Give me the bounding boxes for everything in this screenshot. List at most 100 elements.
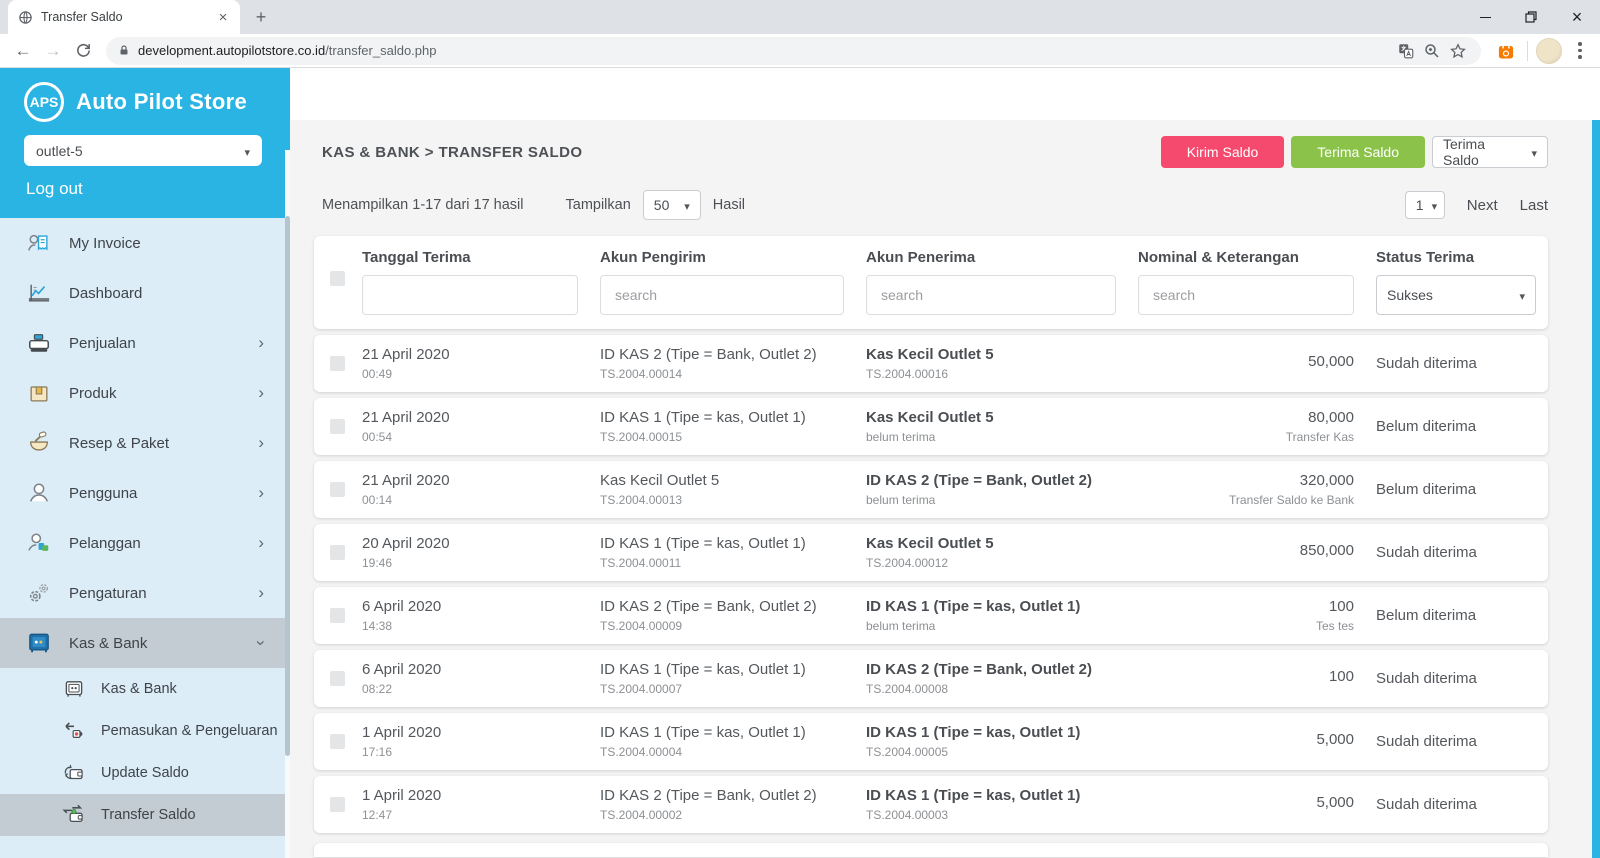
- sidebar-submenu-item[interactable]: Update Saldo: [0, 752, 290, 794]
- close-tab-icon[interactable]: [214, 8, 232, 26]
- row-checkbox[interactable]: [330, 545, 345, 560]
- per-page-value: 50: [654, 197, 670, 213]
- row-sender-ref: TS.2004.00007: [600, 682, 866, 696]
- row-nominal-note: Transfer Kas: [1138, 430, 1354, 444]
- row-status: Belum diterima: [1376, 418, 1538, 435]
- window-minimize-button[interactable]: [1462, 0, 1508, 34]
- chevron-icon: [258, 333, 264, 353]
- extension-bag-icon[interactable]: [1493, 38, 1519, 64]
- row-sender-ref: TS.2004.00015: [600, 430, 866, 444]
- row-checkbox[interactable]: [330, 797, 345, 812]
- row-receiver-ref: belum terima: [866, 493, 1138, 507]
- sidebar-menu-item[interactable]: Dashboard: [0, 268, 290, 318]
- row-receiver-ref: TS.2004.00012: [866, 556, 1138, 570]
- window-close-button[interactable]: [1554, 0, 1600, 34]
- row-date: 20 April 2020: [362, 535, 600, 552]
- row-time: 00:14: [362, 493, 600, 507]
- row-date: 21 April 2020: [362, 472, 600, 489]
- row-checkbox[interactable]: [330, 734, 345, 749]
- profile-avatar[interactable]: [1536, 38, 1562, 64]
- row-checkbox[interactable]: [330, 671, 345, 686]
- url-text: development.autopilotstore.co.id/transfe…: [138, 43, 1393, 58]
- table-row[interactable]: 1 April 2020 17:16 ID KAS 1 (Tipe = kas,…: [314, 713, 1548, 770]
- row-sender-ref: TS.2004.00002: [600, 808, 866, 822]
- back-icon[interactable]: [8, 36, 38, 66]
- terima-saldo-button[interactable]: Terima Saldo: [1291, 136, 1425, 168]
- window-restore-button[interactable]: [1508, 0, 1554, 34]
- mode-select-value: Terima Saldo: [1443, 136, 1523, 168]
- mode-select[interactable]: Terima Saldo: [1432, 136, 1548, 168]
- filter-pengirim-input[interactable]: [600, 275, 844, 315]
- row-checkbox[interactable]: [330, 608, 345, 623]
- table-row[interactable]: 21 April 2020 00:49 ID KAS 2 (Tipe = Ban…: [314, 335, 1548, 392]
- row-time: 12:47: [362, 808, 600, 822]
- sidebar-menu-item[interactable]: Produk: [0, 368, 290, 418]
- translate-icon[interactable]: [1393, 38, 1419, 64]
- select-all-checkbox[interactable]: [330, 271, 345, 286]
- menu-item-label: Resep & Paket: [69, 435, 169, 452]
- row-receiver-ref: belum terima: [866, 430, 1138, 444]
- chevron-down-icon: [1523, 144, 1537, 160]
- row-receiver-ref: TS.2004.00003: [866, 808, 1138, 822]
- row-receiver-ref: TS.2004.00008: [866, 682, 1138, 696]
- table-row[interactable]: 1 April 2020 12:47 ID KAS 2 (Tipe = Bank…: [314, 776, 1548, 833]
- bookmark-star-icon[interactable]: [1445, 38, 1471, 64]
- reload-icon[interactable]: [68, 36, 98, 66]
- browser-tab[interactable]: Transfer Saldo: [8, 0, 240, 34]
- sidebar-menu-item[interactable]: My Invoice: [0, 218, 290, 268]
- table-row[interactable]: 6 April 2020 08:22 ID KAS 1 (Tipe = kas,…: [314, 650, 1548, 707]
- last-page-link[interactable]: Last: [1520, 197, 1548, 214]
- sidebar-submenu-item[interactable]: Kas & Bank: [0, 668, 290, 710]
- row-checkbox[interactable]: [330, 356, 345, 371]
- row-checkbox[interactable]: [330, 419, 345, 434]
- table-row[interactable]: 20 April 2020 19:46 ID KAS 1 (Tipe = kas…: [314, 524, 1548, 581]
- outlet-select-value: outlet-5: [36, 143, 83, 159]
- row-sender-ref: TS.2004.00011: [600, 556, 866, 570]
- zoom-icon[interactable]: [1419, 38, 1445, 64]
- logout-link[interactable]: Log out: [26, 179, 290, 199]
- row-checkbox[interactable]: [330, 482, 345, 497]
- menu-item-label: Dashboard: [69, 285, 142, 302]
- kirim-saldo-button[interactable]: Kirim Saldo: [1161, 136, 1285, 168]
- table-row[interactable]: 21 April 2020 00:54 ID KAS 1 (Tipe = kas…: [314, 398, 1548, 455]
- sidebar-menu-item[interactable]: Pengaturan: [0, 568, 290, 618]
- filter-tanggal-input[interactable]: [362, 275, 578, 315]
- row-status: Sudah diterima: [1376, 796, 1538, 813]
- per-page-label: Tampilkan: [566, 197, 631, 213]
- outlet-select[interactable]: outlet-5: [24, 135, 262, 166]
- browser-menu-icon[interactable]: [1568, 38, 1592, 64]
- filter-penerima-input[interactable]: [866, 275, 1116, 315]
- sidebar-menu-item[interactable]: Pelanggan: [0, 518, 290, 568]
- sidebar-menu-item[interactable]: Kas & Bank: [0, 618, 290, 668]
- chevron-down-icon: [1511, 287, 1525, 303]
- chevron-icon: [258, 533, 264, 553]
- table-row[interactable]: 6 April 2020 14:38 ID KAS 2 (Tipe = Bank…: [314, 587, 1548, 644]
- row-receiver: Kas Kecil Outlet 5: [866, 535, 1138, 552]
- status-filter-select[interactable]: Sukses: [1376, 275, 1536, 315]
- row-receiver: ID KAS 1 (Tipe = kas, Outlet 1): [866, 724, 1138, 741]
- sidebar-menu-item[interactable]: Resep & Paket: [0, 418, 290, 468]
- column-header-penerima: Akun Penerima: [866, 249, 1138, 266]
- address-bar[interactable]: development.autopilotstore.co.id/transfe…: [106, 37, 1481, 65]
- sidebar-submenu-item[interactable]: Pemasukan & Pengeluaran: [0, 710, 290, 752]
- column-header-tanggal: Tanggal Terima: [362, 249, 600, 266]
- row-sender: ID KAS 1 (Tipe = kas, Outlet 1): [600, 535, 866, 552]
- chevron-icon: [258, 433, 264, 453]
- sidebar-submenu-item[interactable]: Transfer Saldo: [0, 794, 290, 836]
- top-spacer: [290, 68, 1600, 120]
- page-scrollbar[interactable]: [1592, 120, 1600, 858]
- sidebar-menu-item[interactable]: Pengguna: [0, 468, 290, 518]
- row-receiver-ref: TS.2004.00005: [866, 745, 1138, 759]
- row-sender-ref: TS.2004.00004: [600, 745, 866, 759]
- row-nominal: 50,000: [1138, 353, 1354, 370]
- menu-item-icon: [26, 480, 56, 506]
- new-tab-button[interactable]: [248, 4, 274, 30]
- sidebar-menu-item[interactable]: Penjualan: [0, 318, 290, 368]
- page-select[interactable]: 1: [1405, 191, 1445, 219]
- next-page-link[interactable]: Next: [1467, 197, 1498, 214]
- filter-nominal-input[interactable]: [1138, 275, 1354, 315]
- table-header: Tanggal Terima Akun Pengirim Akun Peneri…: [314, 236, 1548, 329]
- per-page-select[interactable]: 50: [643, 190, 701, 220]
- menu-item-icon: [26, 230, 56, 256]
- table-row[interactable]: 21 April 2020 00:14 Kas Kecil Outlet 5 T…: [314, 461, 1548, 518]
